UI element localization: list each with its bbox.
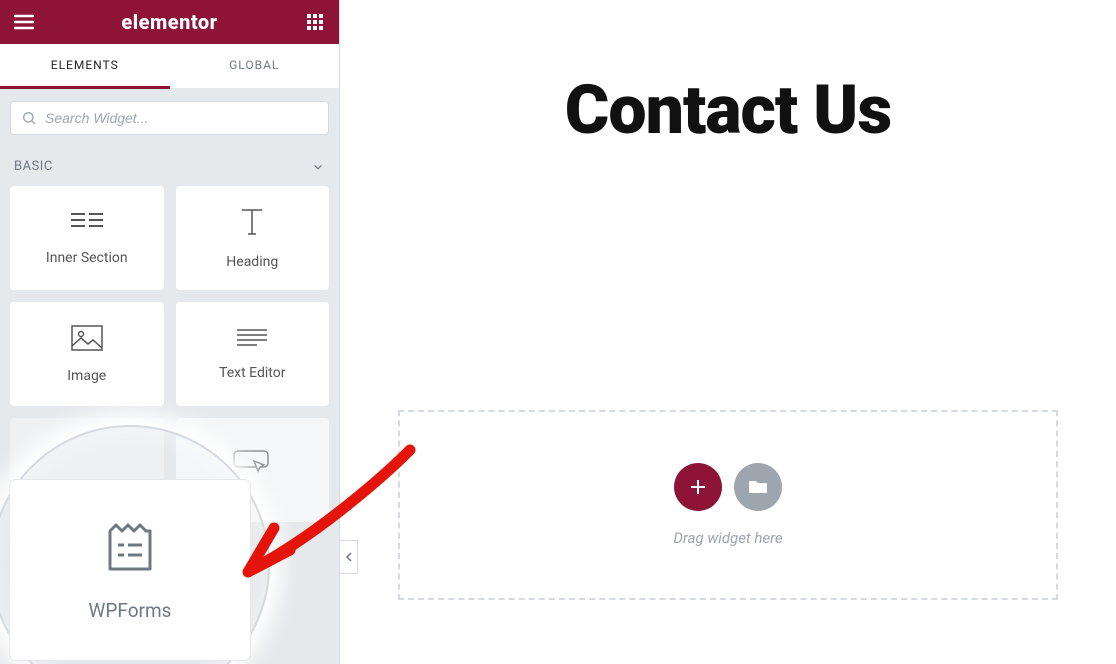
dropzone-text: Drag widget here <box>673 529 782 547</box>
widget-label: Heading <box>226 254 278 270</box>
collapse-sidebar-button[interactable] <box>340 540 358 574</box>
widget-label: Inner Section <box>46 250 128 266</box>
columns-icon <box>69 210 105 234</box>
button-icon <box>232 449 272 475</box>
category-label: BASIC <box>14 159 53 174</box>
editor-canvas[interactable]: Contact Us Drag widget here <box>340 0 1116 664</box>
wpforms-icon <box>102 519 158 575</box>
widget-label: Image <box>67 368 106 384</box>
tab-elements[interactable]: ELEMENTS <box>0 44 170 89</box>
image-icon <box>70 324 104 352</box>
brand-title: elementor <box>121 10 217 34</box>
search-input[interactable] <box>45 110 318 126</box>
app-root: elementor ELEMENTS GLOBAL BASIC Inner Se… <box>0 0 1116 664</box>
page-title: Contact Us <box>370 70 1086 150</box>
plus-icon <box>689 478 707 496</box>
search-icon <box>21 110 37 126</box>
widget-inner-section[interactable]: Inner Section <box>10 186 164 290</box>
menu-button[interactable] <box>10 8 38 36</box>
apps-button[interactable] <box>301 8 329 36</box>
dropzone-buttons <box>674 463 782 511</box>
category-basic[interactable]: BASIC <box>0 149 339 186</box>
widget-label: WPForms <box>89 599 172 622</box>
widget-heading[interactable]: Heading <box>176 186 330 290</box>
widget-image[interactable]: Image <box>10 302 164 406</box>
widget-wpforms[interactable]: WPForms <box>10 480 250 660</box>
template-library-button[interactable] <box>734 463 782 511</box>
search-wrap <box>0 89 339 149</box>
tab-global[interactable]: GLOBAL <box>170 44 340 89</box>
heading-icon <box>236 206 268 238</box>
chevron-left-icon <box>345 552 353 562</box>
widget-label: Text Editor <box>219 365 285 381</box>
search-box[interactable] <box>10 101 329 135</box>
grid-icon <box>307 14 323 30</box>
chevron-down-icon <box>311 160 325 174</box>
dropzone[interactable]: Drag widget here <box>398 410 1058 600</box>
sidebar-topbar: elementor <box>0 0 339 44</box>
folder-icon <box>748 479 768 495</box>
text-editor-icon <box>235 327 269 349</box>
add-section-button[interactable] <box>674 463 722 511</box>
widget-text-editor[interactable]: Text Editor <box>176 302 330 406</box>
sidebar-tabs: ELEMENTS GLOBAL <box>0 44 339 89</box>
hamburger-icon <box>14 14 34 30</box>
